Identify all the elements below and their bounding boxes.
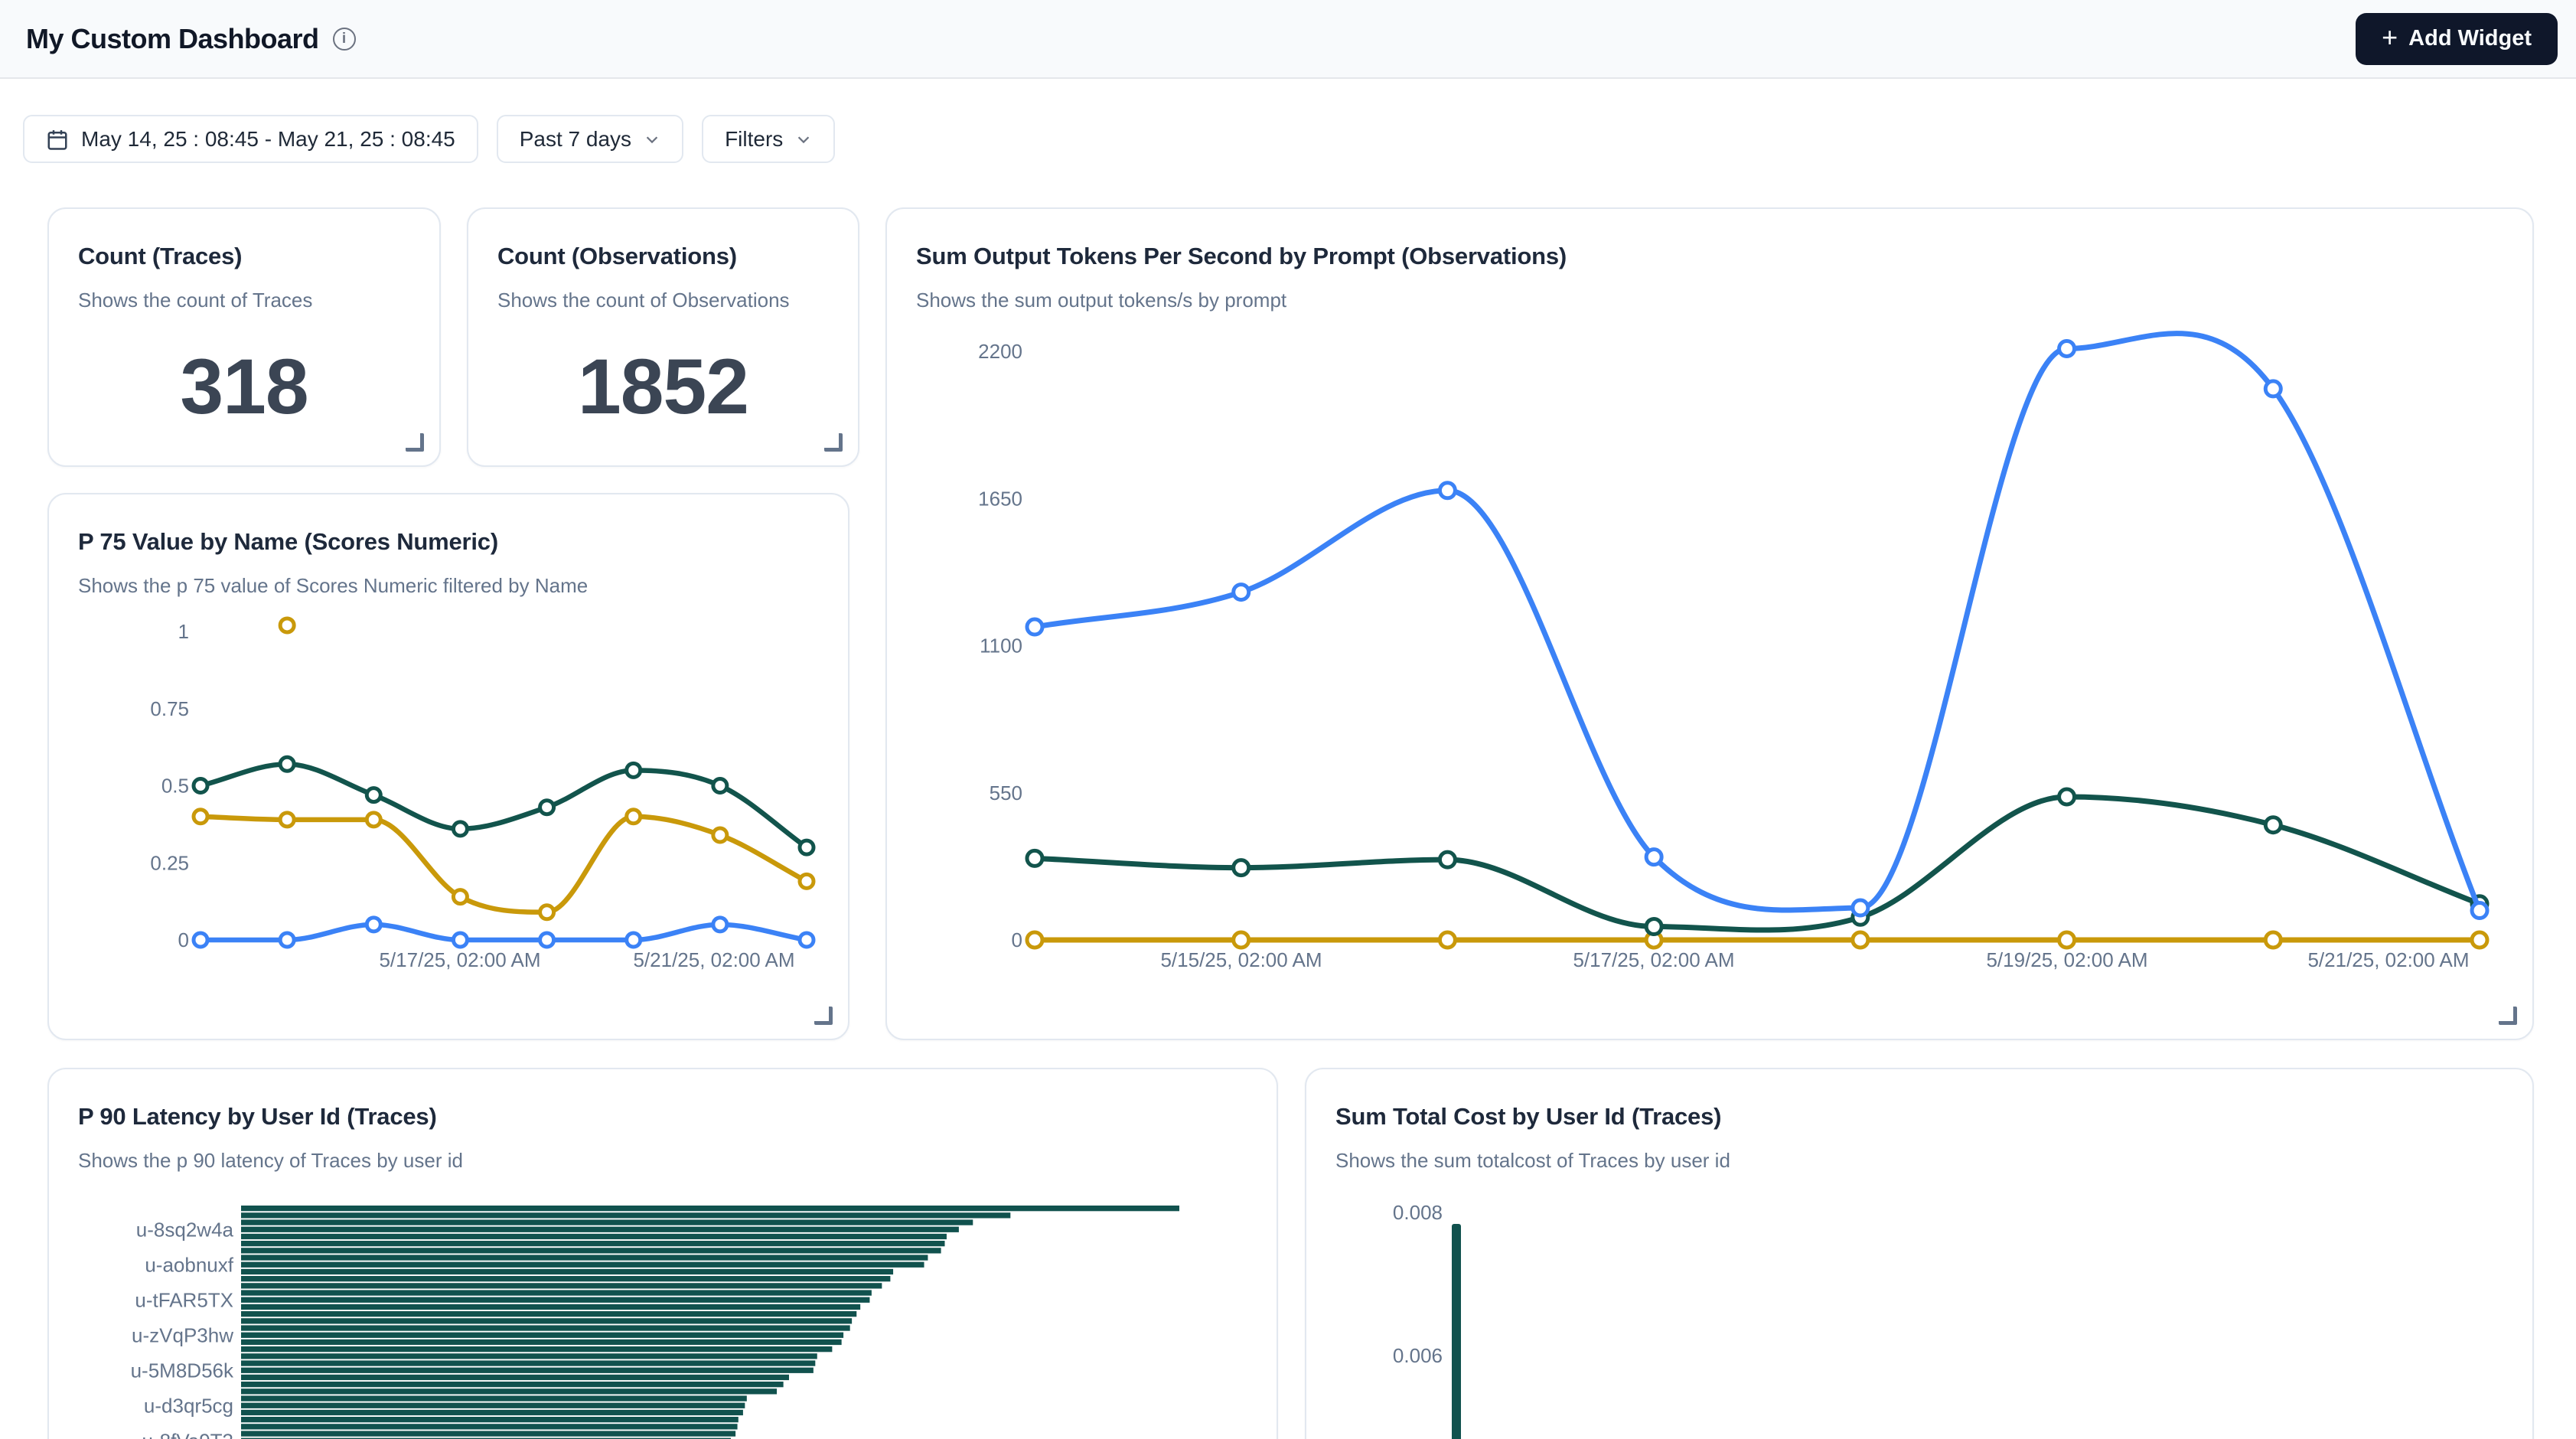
widget-description: Shows the sum output tokens/s by prompt bbox=[916, 289, 2503, 312]
widget-description: Shows the sum totalcost of Traces by use… bbox=[1335, 1149, 2503, 1173]
svg-text:5/17/25, 02:00 AM: 5/17/25, 02:00 AM bbox=[1573, 948, 1734, 971]
widget-description: Shows the count of Traces bbox=[78, 289, 410, 312]
count-traces-value: 318 bbox=[49, 339, 439, 435]
svg-text:0: 0 bbox=[1012, 928, 1022, 951]
widget-title: Count (Traces) bbox=[78, 243, 410, 270]
widget-p90-latency: u-8sq2w4a u-aobnuxf u-tFAR5TX u-zVqP3hw u-5M… bbox=[47, 1068, 1278, 1439]
svg-text:u-aobnuxf: u-aobnuxf bbox=[145, 1253, 233, 1276]
info-icon[interactable]: i bbox=[333, 28, 356, 51]
resize-handle-icon[interactable] bbox=[2499, 1007, 2517, 1025]
svg-text:2200: 2200 bbox=[978, 340, 1022, 363]
svg-text:550: 550 bbox=[990, 781, 1022, 804]
date-range-value: May 14, 25 : 08:45 - May 21, 25 : 08:45 bbox=[81, 127, 455, 152]
widget-description: Shows the p 75 value of Scores Numeric f… bbox=[78, 574, 819, 598]
svg-text:5/19/25, 02:00 AM: 5/19/25, 02:00 AM bbox=[1986, 948, 2147, 971]
svg-text:0.25: 0.25 bbox=[150, 851, 189, 874]
svg-text:5/15/25, 02:00 AM: 5/15/25, 02:00 AM bbox=[1160, 948, 1322, 971]
svg-text:u-zVqP3hw: u-zVqP3hw bbox=[132, 1323, 233, 1346]
calendar-icon bbox=[46, 127, 69, 152]
svg-text:0.5: 0.5 bbox=[161, 775, 189, 798]
svg-text:u-d3qr5cg: u-d3qr5cg bbox=[144, 1394, 233, 1417]
count-observations-value: 1852 bbox=[468, 339, 858, 435]
widget-description: Shows the count of Observations bbox=[497, 289, 829, 312]
svg-text:1100: 1100 bbox=[980, 635, 1022, 658]
svg-text:0.75: 0.75 bbox=[150, 697, 189, 720]
svg-text:u-8sq2w4a: u-8sq2w4a bbox=[136, 1218, 234, 1241]
widget-count-traces: Count (Traces) Shows the count of Traces… bbox=[47, 207, 441, 467]
svg-text:1650: 1650 bbox=[978, 487, 1022, 510]
chevron-down-icon bbox=[795, 131, 812, 148]
svg-text:1: 1 bbox=[178, 620, 189, 643]
svg-text:5/21/25, 02:00 AM: 5/21/25, 02:00 AM bbox=[2307, 948, 2469, 971]
svg-text:0: 0 bbox=[178, 928, 189, 951]
widget-tokens-per-second: 0 550 1100 1650 2200 5/15/25, 02:00 AM 5/17/25… bbox=[885, 207, 2534, 1040]
svg-text:5/17/25, 02:00 AM: 5/17/25, 02:00 AM bbox=[379, 948, 540, 971]
svg-text:0.006: 0.006 bbox=[1393, 1344, 1443, 1367]
widget-title: P 90 Latency by User Id (Traces) bbox=[78, 1103, 1247, 1131]
add-widget-button[interactable]: + Add Widget bbox=[2356, 13, 2558, 65]
page-title: My Custom Dashboard bbox=[26, 23, 319, 55]
filters-dropdown[interactable]: Filters bbox=[702, 115, 835, 163]
filter-toolbar: May 14, 25 : 08:45 - May 21, 25 : 08:45 … bbox=[23, 115, 835, 163]
svg-text:5/21/25, 02:00 AM: 5/21/25, 02:00 AM bbox=[633, 948, 794, 971]
widget-description: Shows the p 90 latency of Traces by user… bbox=[78, 1149, 1247, 1173]
widget-p75-value-by-name: 0 0.25 0.5 0.75 1 5/17/25, 02:00 AM 5/21/25, 0… bbox=[47, 493, 849, 1040]
resize-handle-icon[interactable] bbox=[814, 1007, 833, 1025]
top-bar: My Custom Dashboard i + Add Widget bbox=[0, 0, 2576, 79]
resize-handle-icon[interactable] bbox=[406, 433, 424, 452]
widget-title: Count (Observations) bbox=[497, 243, 829, 270]
svg-text:u-tFAR5TX: u-tFAR5TX bbox=[135, 1288, 233, 1311]
widget-title: P 75 Value by Name (Scores Numeric) bbox=[78, 528, 819, 556]
resize-handle-icon[interactable] bbox=[824, 433, 843, 452]
widget-title: Sum Total Cost by User Id (Traces) bbox=[1335, 1103, 2503, 1131]
svg-text:u-8fVa9T3: u-8fVa9T3 bbox=[142, 1429, 233, 1439]
filters-label: Filters bbox=[725, 127, 783, 152]
widget-count-observations: Count (Observations) Shows the count of … bbox=[467, 207, 859, 467]
date-range-picker[interactable]: May 14, 25 : 08:45 - May 21, 25 : 08:45 bbox=[23, 115, 478, 163]
date-preset-value: Past 7 days bbox=[520, 127, 631, 152]
chevron-down-icon bbox=[644, 131, 660, 148]
svg-text:0.008: 0.008 bbox=[1393, 1201, 1443, 1224]
add-widget-label: Add Widget bbox=[2408, 26, 2532, 51]
date-preset-dropdown[interactable]: Past 7 days bbox=[497, 115, 683, 163]
svg-text:u-5M8D56k: u-5M8D56k bbox=[131, 1359, 234, 1382]
tokens-line-chart[interactable]: 0 550 1100 1650 2200 5/15/25, 02:00 AM 5/17/25… bbox=[887, 209, 2534, 1040]
widget-total-cost: 0.008 0.006 Sum Total Cost by User Id (Tr… bbox=[1305, 1068, 2534, 1439]
widget-title: Sum Output Tokens Per Second by Prompt (… bbox=[916, 243, 2503, 270]
